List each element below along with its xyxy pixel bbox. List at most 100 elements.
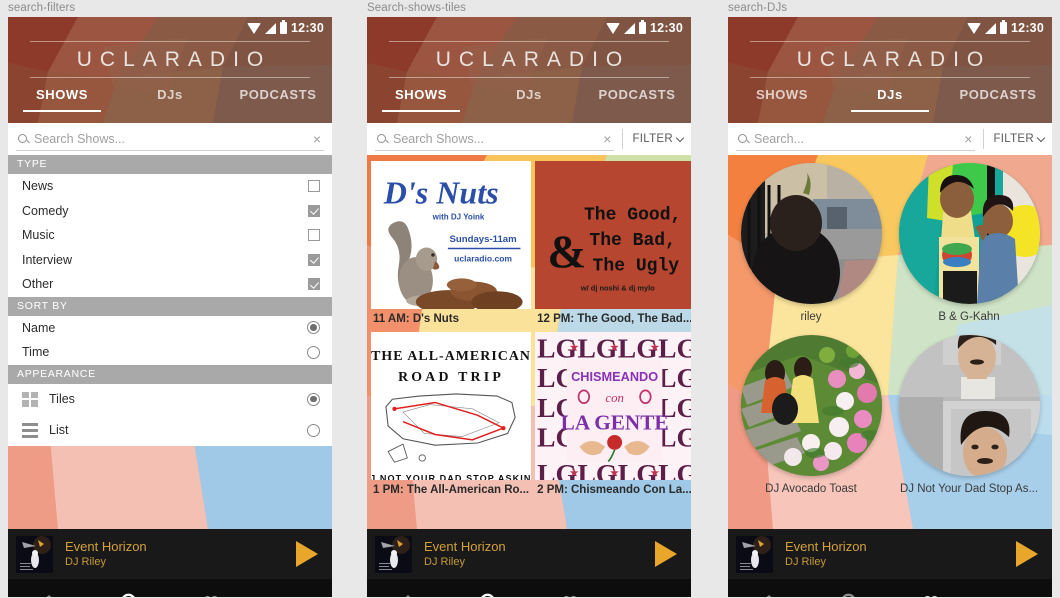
checkbox-interview[interactable] — [308, 253, 320, 266]
album-art — [375, 535, 412, 573]
search-row: Search... × FILTER — [728, 123, 1052, 155]
status-time: 12:30 — [291, 21, 324, 35]
wifi-icon — [606, 22, 621, 34]
tab-podcasts[interactable]: PODCASTS — [224, 82, 332, 112]
nav-menu[interactable] — [610, 579, 691, 597]
tile-4[interactable]: LGLGLGLG LGLG LGLG LGLG LGLGLGLG ★★★ ★★ … — [535, 332, 691, 502]
now-playing-bar[interactable]: Event Horizon DJ Riley — [8, 529, 332, 579]
nav-menu[interactable] — [971, 579, 1052, 597]
sort-row-name[interactable]: Name — [8, 316, 332, 341]
appearance-row-tiles[interactable]: Tiles — [8, 384, 332, 415]
tab-djs[interactable]: DJs — [836, 82, 944, 112]
section-header-appearance: APPEARANCE — [8, 364, 332, 384]
home-icon — [46, 595, 51, 597]
phone-screen-search-filters: 12:30 UCLARADIO SHOWS DJs PODCASTS Searc… — [8, 17, 332, 597]
filter-button[interactable]: FILTER — [983, 129, 1046, 149]
nav-favorites[interactable] — [170, 579, 251, 597]
tab-shows[interactable]: SHOWS — [367, 82, 475, 112]
dj-card-4[interactable]: DJ Not Your Dad Stop As... — [890, 335, 1048, 505]
status-bar: 12:30 — [728, 17, 1052, 39]
tile-artwork: THE ALL-AMERICAN ROAD TRIP DJ NOT YOUR D… — [371, 332, 532, 480]
svg-text:ROAD TRIP: ROAD TRIP — [398, 370, 504, 385]
radio-sort-name[interactable] — [307, 321, 320, 335]
menu-icon — [281, 595, 303, 597]
svg-text:★: ★ — [569, 341, 579, 354]
filter-row-other[interactable]: Other — [8, 272, 332, 297]
nav-home[interactable] — [8, 579, 89, 597]
filter-row-comedy[interactable]: Comedy — [8, 199, 332, 224]
nav-search[interactable] — [448, 579, 529, 597]
svg-text:LG: LG — [658, 332, 691, 363]
tab-podcasts[interactable]: PODCASTS — [944, 82, 1052, 112]
filter-row-music[interactable]: Music — [8, 223, 332, 248]
status-time: 12:30 — [650, 21, 683, 35]
checkbox-other[interactable] — [308, 278, 320, 291]
filter-row-news[interactable]: News — [8, 174, 332, 199]
bottom-nav — [367, 579, 691, 597]
dj-name: B & G-Kahn — [938, 311, 1000, 323]
app-header: 12:30 UCLARADIO SHOWS DJs PODCASTS — [728, 17, 1052, 123]
panel-label-2: Search-shows-tiles — [367, 2, 466, 14]
now-playing-bar[interactable]: Event Horizon DJ Riley — [367, 529, 691, 579]
filter-row-interview[interactable]: Interview — [8, 248, 332, 273]
filter-label: Interview — [22, 252, 73, 267]
tile-1[interactable]: D's Nuts with DJ Yoink Sundays-11am ucla… — [371, 161, 532, 331]
dj-card-1[interactable]: riley — [732, 163, 890, 333]
clear-search-icon[interactable]: × — [961, 132, 975, 146]
app-header: 12:30 UCLARADIO SHOWS DJs PODCASTS — [8, 17, 332, 123]
nav-home[interactable] — [728, 579, 809, 597]
radio-sort-time[interactable] — [307, 345, 320, 359]
nav-home[interactable] — [367, 579, 448, 597]
now-playing-meta: Event Horizon DJ Riley — [412, 539, 655, 570]
signal-icon — [985, 22, 997, 34]
battery-icon — [280, 20, 288, 34]
tab-djs[interactable]: DJs — [116, 82, 224, 112]
svg-text:LA GENTE: LA GENTE — [561, 411, 669, 435]
dj-card-2[interactable]: B & G-Kahn — [890, 163, 1048, 333]
tab-podcasts[interactable]: PODCASTS — [583, 82, 691, 112]
heart-icon — [563, 595, 576, 597]
tab-djs[interactable]: DJs — [475, 82, 583, 112]
nav-favorites[interactable] — [890, 579, 971, 597]
checkbox-news[interactable] — [308, 180, 320, 193]
search-placeholder: Search... — [754, 131, 805, 146]
nav-favorites[interactable] — [529, 579, 610, 597]
tab-shows[interactable]: SHOWS — [728, 82, 836, 112]
svg-text:Sundays-11am: Sundays-11am — [449, 234, 516, 245]
sort-row-time[interactable]: Time — [8, 340, 332, 365]
now-playing-bar[interactable]: Event Horizon DJ Riley — [728, 529, 1052, 579]
play-triangle-icon[interactable] — [1016, 541, 1038, 567]
play-triangle-icon[interactable] — [655, 541, 677, 567]
nav-menu[interactable] — [251, 579, 332, 597]
signal-icon — [624, 22, 636, 34]
search-input[interactable]: Search Shows... × — [16, 127, 324, 151]
radio-appearance-tiles[interactable] — [307, 392, 320, 406]
filter-button[interactable]: FILTER — [622, 129, 685, 149]
filter-label: Music — [22, 228, 55, 243]
tile-artwork: The Good, The Bad, The Ugly & w/ dj nosh… — [535, 161, 691, 309]
avatar — [898, 163, 1040, 304]
appearance-label: List — [49, 423, 69, 437]
app-brand-title: UCLARADIO — [30, 41, 310, 78]
svg-text:The Good,: The Good, — [584, 205, 681, 225]
dj-name: DJ Not Your Dad Stop As... — [899, 483, 1039, 495]
tile-3[interactable]: THE ALL-AMERICAN ROAD TRIP DJ NOT YOUR D… — [371, 332, 532, 502]
svg-text:con: con — [606, 391, 624, 405]
checkbox-music[interactable] — [308, 229, 320, 242]
tab-shows[interactable]: SHOWS — [8, 82, 116, 112]
search-input[interactable]: Search Shows... × — [375, 127, 615, 151]
nav-search[interactable] — [89, 579, 170, 597]
search-input[interactable]: Search... × — [736, 127, 976, 151]
tile-2[interactable]: The Good, The Bad, The Ugly & w/ dj nosh… — [535, 161, 691, 331]
nav-search[interactable] — [809, 579, 890, 597]
appearance-row-list[interactable]: List — [8, 415, 332, 446]
checkbox-comedy[interactable] — [308, 204, 320, 217]
clear-search-icon[interactable]: × — [600, 132, 614, 146]
search-icon — [841, 593, 855, 597]
svg-text:LG: LG — [658, 362, 691, 393]
chevron-down-icon — [1036, 133, 1046, 142]
play-triangle-icon[interactable] — [296, 541, 318, 567]
clear-search-icon[interactable]: × — [310, 132, 324, 146]
radio-appearance-list[interactable] — [307, 423, 320, 437]
dj-card-3[interactable]: DJ Avocado Toast — [732, 335, 890, 505]
